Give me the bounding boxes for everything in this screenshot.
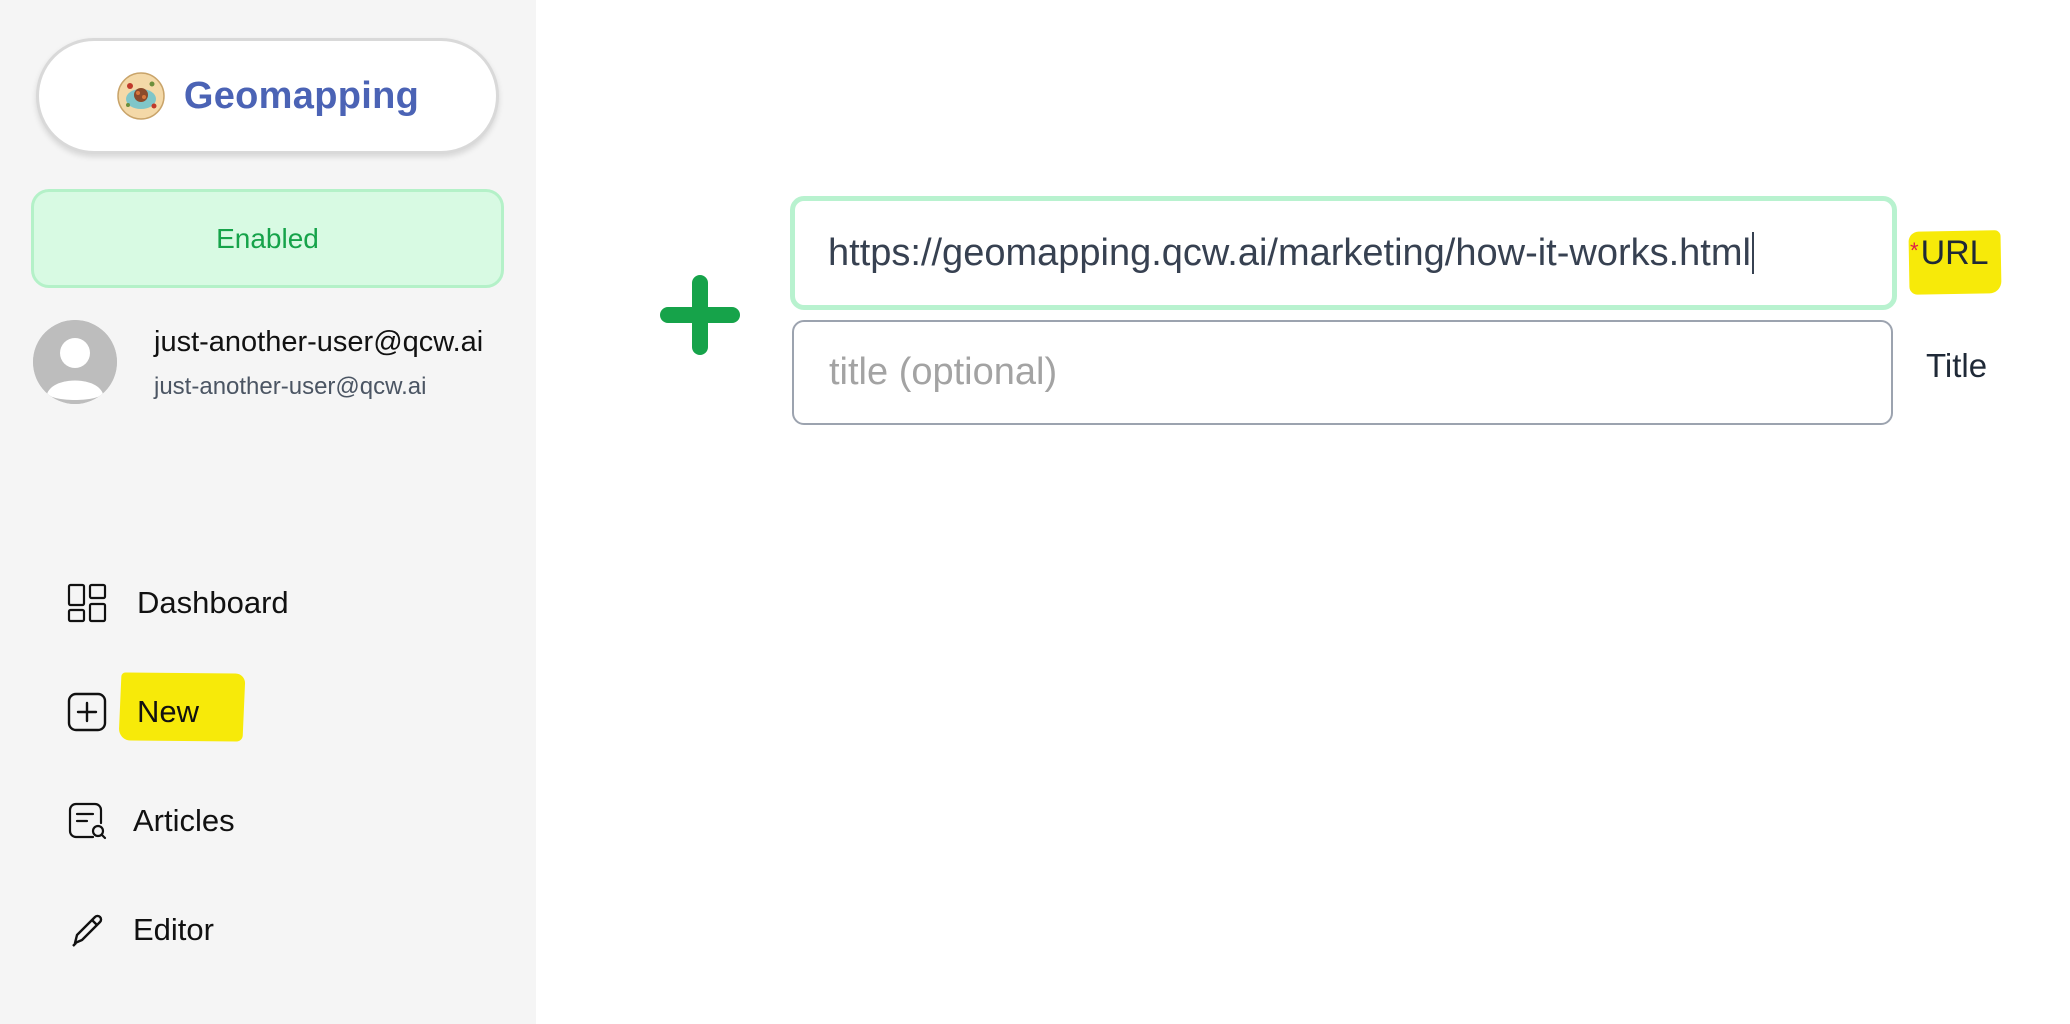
url-field-label: *URL <box>1910 234 1989 273</box>
default-avatar-icon <box>33 320 117 404</box>
title-input[interactable] <box>792 320 1893 425</box>
url-input[interactable]: https://geomapping.qcw.ai/marketing/how-… <box>790 196 1897 310</box>
article-search-icon <box>66 800 108 842</box>
nav-label-dashboard: Dashboard <box>137 585 289 620</box>
nav-item-dashboard[interactable]: Dashboard <box>66 573 289 633</box>
text-caret <box>1751 232 1754 274</box>
app-root: Geomapping Enabled just-another-user@qcw… <box>0 0 2070 1024</box>
url-label-text: URL <box>1920 234 1989 272</box>
title-field-label: Title <box>1926 347 1988 384</box>
globe-logo-icon <box>116 71 166 121</box>
user-profile[interactable]: just-another-user@qcw.ai just-another-us… <box>33 318 513 408</box>
nav-label-articles: Articles <box>133 803 235 838</box>
url-input-value: https://geomapping.qcw.ai/marketing/how-… <box>828 231 1751 274</box>
dashboard-grid-icon <box>66 582 108 624</box>
nav-label-editor: Editor <box>133 912 214 947</box>
pencil-icon <box>66 909 108 951</box>
status-badge[interactable]: Enabled <box>31 189 504 288</box>
brand-name: Geomapping <box>183 74 420 117</box>
add-plus-icon[interactable] <box>660 275 740 355</box>
user-email: just-another-user@qcw.ai <box>154 373 427 400</box>
user-display-name: just-another-user@qcw.ai <box>154 326 484 358</box>
brand-button[interactable]: Geomapping <box>36 38 499 154</box>
nav-item-editor[interactable]: Editor <box>66 900 214 960</box>
sidebar: Geomapping Enabled just-another-user@qcw… <box>0 0 536 1024</box>
required-marker: * <box>1910 238 1919 263</box>
plus-square-icon <box>66 691 108 733</box>
status-label: Enabled <box>216 222 319 254</box>
nav-item-articles[interactable]: Articles <box>66 791 235 851</box>
nav-item-new[interactable]: New <box>66 682 199 742</box>
nav-label-new: New <box>137 694 200 729</box>
